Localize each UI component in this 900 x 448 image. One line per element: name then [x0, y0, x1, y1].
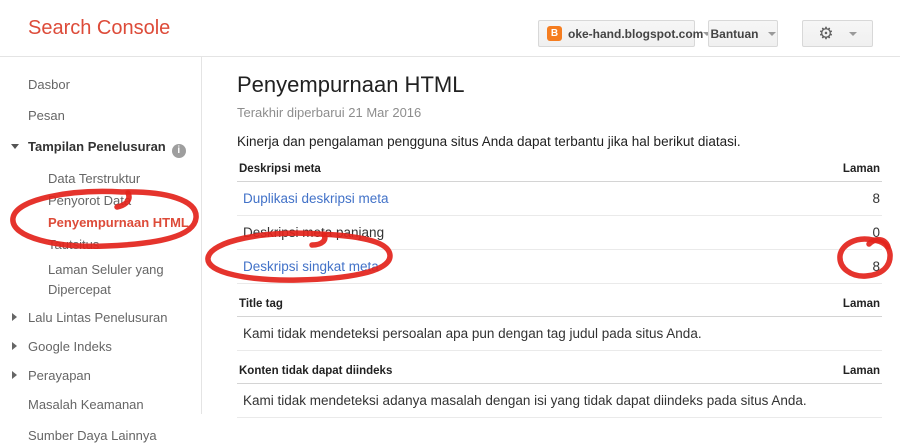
sidebar-item-label: Google Indeks — [28, 339, 112, 354]
settings-dropdown-button[interactable]: ⚙ — [802, 20, 873, 47]
table-row: Duplikasi deskripsi meta 8 — [237, 182, 882, 216]
main-content: Penyempurnaan HTML Terakhir diperbarui 2… — [202, 57, 900, 418]
sidebar-item-label: Laman Seluler yang Dipercepat — [48, 262, 164, 297]
collapsed-triangle-icon — [12, 313, 17, 321]
gear-icon: ⚙ — [818, 24, 834, 43]
row-label-deskripsi-meta-panjang: Deskripsi meta panjang — [243, 225, 385, 240]
chevron-down-icon — [767, 31, 776, 36]
sidebar-item-label: Sumber Daya Lainnya — [28, 428, 157, 443]
expanded-triangle-icon — [11, 144, 19, 149]
collapsed-triangle-icon — [12, 342, 17, 350]
table-row: Deskripsi meta panjang 0 — [237, 216, 882, 250]
sidebar-item-label: Tampilan Penelusuran — [28, 139, 166, 154]
sidebar-item-dasbor[interactable]: Dasbor — [0, 78, 201, 92]
intro-text: Kinerja dan pengalaman pengguna situs An… — [237, 134, 741, 149]
section-konten-tidak-dapat-diindeks: Konten tidak dapat diindeks Laman Kami t… — [237, 365, 882, 418]
section-header-row: Title tag Laman — [237, 298, 882, 317]
section-header-label: Deskripsi meta — [239, 163, 321, 175]
row-label-no-title-issues: Kami tidak mendeteksi persoalan apa pun … — [243, 326, 702, 341]
blogger-icon: B — [547, 26, 562, 41]
sidebar-item-google-indeks[interactable]: Google Indeks — [0, 340, 201, 354]
sidebar-item-laman-seluler[interactable]: Laman Seluler yang Dipercepat — [0, 260, 185, 300]
sidebar-item-pesan[interactable]: Pesan — [0, 109, 201, 123]
section-deskripsi-meta: Deskripsi meta Laman Duplikasi deskripsi… — [237, 163, 882, 284]
sidebar-item-masalah-keamanan[interactable]: Masalah Keamanan — [0, 398, 201, 412]
row-value-8: 8 — [872, 259, 880, 274]
row-link-duplikasi-deskripsi-meta[interactable]: Duplikasi deskripsi meta — [243, 191, 389, 206]
sidebar-item-tampilan-penelusuran[interactable]: Tampilan Penelusuran i — [0, 140, 201, 158]
row-link-deskripsi-singkat-meta[interactable]: Deskripsi singkat meta — [243, 259, 379, 274]
sidebar-item-tautsitus[interactable]: Tautsitus — [0, 238, 201, 252]
sidebar-item-penyorot-data[interactable]: Penyorot Data — [0, 194, 201, 208]
row-label-no-index-issues: Kami tidak mendeteksi adanya masalah den… — [243, 393, 807, 408]
sidebar-item-label: Tautsitus — [48, 237, 100, 252]
sidebar-item-lalu-lintas-penelusuran[interactable]: Lalu Lintas Penelusuran — [0, 311, 201, 325]
column-header-laman: Laman — [842, 163, 880, 175]
sidebar-item-label: Lalu Lintas Penelusuran — [28, 310, 168, 325]
section-header-label: Title tag — [239, 298, 283, 310]
table-row: Deskripsi singkat meta 8 — [237, 250, 882, 284]
collapsed-triangle-icon — [12, 371, 17, 379]
sidebar-item-label: Dasbor — [28, 77, 70, 92]
chevron-down-icon — [848, 31, 857, 36]
sidebar-item-label: Penyempurnaan HTML — [48, 215, 189, 230]
row-value: 8 — [872, 191, 880, 206]
sidebar-item-label: Pesan — [28, 108, 65, 123]
sidebar-item-perayapan[interactable]: Perayapan — [0, 369, 201, 383]
help-label: Bantuan — [710, 26, 759, 41]
last-updated-text: Terakhir diperbarui 21 Mar 2016 — [237, 105, 422, 120]
sidebar-nav: Dasbor Pesan Tampilan Penelusuran i Data … — [0, 57, 202, 443]
help-dropdown-button[interactable]: Bantuan — [708, 20, 778, 47]
info-icon[interactable]: i — [171, 144, 186, 158]
sidebar-item-label: Data Terstruktur — [48, 171, 141, 186]
sidebar-item-penyempurnaan-html[interactable]: Penyempurnaan HTML — [0, 216, 201, 230]
column-header-laman: Laman — [842, 365, 880, 377]
row-value: 0 — [872, 225, 880, 240]
table-row: Kami tidak mendeteksi adanya masalah den… — [237, 384, 882, 418]
section-title-tag: Title tag Laman Kami tidak mendeteksi pe… — [237, 298, 882, 351]
top-bar: Search Console B oke-hand.blogspot.com B… — [0, 0, 900, 57]
page-title: Penyempurnaan HTML — [237, 72, 465, 97]
column-header-laman: Laman — [842, 298, 880, 310]
sidebar-item-label: Penyorot Data — [48, 193, 132, 208]
sidebar-item-sumber-daya-lainnya[interactable]: Sumber Daya Lainnya — [0, 429, 201, 443]
property-selector-button[interactable]: B oke-hand.blogspot.com — [538, 20, 712, 47]
sidebar-item-data-terstruktur[interactable]: Data Terstruktur — [0, 172, 201, 186]
app-title: Search Console — [28, 17, 171, 39]
table-row: Kami tidak mendeteksi persoalan apa pun … — [237, 317, 882, 351]
section-header-row: Deskripsi meta Laman — [237, 163, 882, 182]
section-header-label: Konten tidak dapat diindeks — [239, 365, 393, 377]
sidebar-item-label: Masalah Keamanan — [28, 397, 144, 412]
property-name: oke-hand.blogspot.com — [568, 26, 704, 41]
sidebar-item-label: Perayapan — [28, 368, 91, 383]
section-header-row: Konten tidak dapat diindeks Laman — [237, 365, 882, 384]
